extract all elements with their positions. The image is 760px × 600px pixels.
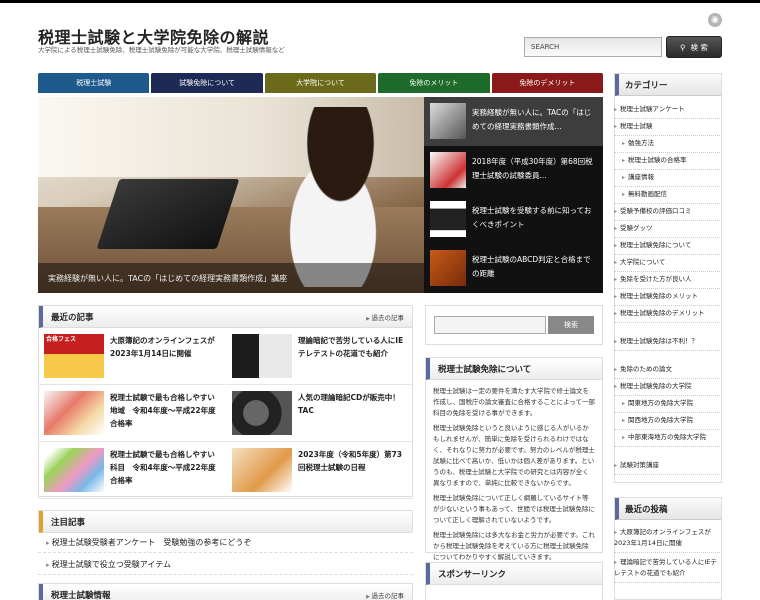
featured-panel: 注目記事	[38, 510, 413, 533]
category-item[interactable]: 大学院について	[614, 257, 722, 272]
article-card[interactable]: 理論暗記で苦労している人にIEテレテストの花道でも紹介	[226, 328, 413, 385]
nav-item-merit[interactable]: 免除のメリット	[378, 73, 490, 93]
featured-item[interactable]: 税理士試験受験者アンケート 受験勉強の参考にどうぞ	[38, 533, 413, 553]
recent-articles-title: 最近の記事	[51, 312, 94, 323]
article-thumb: 合格フェス	[44, 334, 104, 378]
category-item[interactable]: 免除のための論文	[614, 364, 722, 379]
featured-title: 注目記事	[51, 517, 86, 528]
slider-hero-image[interactable]: 実務経験が無い人に。TACの「はじめての経理実務書類作成」講座	[38, 97, 424, 293]
article-title[interactable]: 人気の理論暗記CDが販売中！TAC	[298, 391, 408, 417]
slider-item[interactable]: 税理士試験を受験する前に知っておくべきポイント	[424, 195, 603, 244]
category-item[interactable]: 税理士試験アンケート	[614, 104, 722, 119]
slider-item-text: 税理士試験を受験する前に知っておくべきポイント	[472, 206, 592, 229]
slider-item[interactable]: 2018年度（平成30年度）第68回税理士試験の試験委員...	[424, 146, 603, 195]
slider-item[interactable]: 税理士試験のABCD判定と合格までの距離	[424, 244, 603, 293]
rss-icon[interactable]: ◉	[708, 13, 722, 27]
recent-posts-title: 最近の投稿	[615, 498, 721, 520]
article-title[interactable]: 大原簿記のオンラインフェスが2023年1月14日に開催	[110, 334, 220, 360]
slider-item-text: 税理士試験のABCD判定と合格までの距離	[472, 255, 591, 278]
article-card[interactable]: 合格フェス 大原簿記のオンラインフェスが2023年1月14日に開催	[38, 328, 225, 385]
category-item[interactable]: 免除を受けた方が良い人	[614, 274, 722, 289]
article-thumb-label: 合格フェス	[46, 336, 77, 343]
recent-post-item[interactable]: 理論暗記で苦労している人にIEテレテストの花道でも紹介	[614, 557, 722, 583]
article-thumb	[44, 391, 104, 435]
slider-item[interactable]: 実務経験が無い人に。TACの「はじめての経理実務書類作成...	[424, 97, 603, 146]
search-icon: ⚲	[680, 42, 686, 52]
main-nav: 税理士試験 試験免除について 大学院について 免除のメリット 免除のデメリット	[38, 73, 604, 93]
article-card[interactable]: 税理士試験で最も合格しやすい地域 令和4年度～平成22年度合格率	[38, 385, 225, 442]
sponsor-header: スポンサーリンク	[426, 563, 602, 585]
about-paragraph: 税理士試験免除には多大なお金と労力が必要です。これから税理士試験免除を考えている…	[433, 531, 595, 561]
nav-item-zeirishi[interactable]: 税理士試験	[38, 73, 150, 93]
about-title: 税理士試験免除について	[438, 364, 532, 375]
category-item[interactable]: 受験グッツ	[614, 223, 722, 238]
about-header: 税理士試験免除について	[426, 358, 602, 380]
nav-item-daigakuin[interactable]: 大学院について	[264, 73, 377, 93]
about-paragraph: 税理士試験免除について正しく網羅しているサイト等が少ないという事もあって、世間で…	[433, 494, 595, 524]
article-thumb	[232, 448, 292, 492]
featured-item[interactable]: 税理士試験で役立つ受験アイテム	[38, 555, 413, 575]
slider-thumb	[430, 152, 466, 188]
search-button[interactable]: ⚲ 検 索	[666, 36, 722, 58]
hero-person	[258, 107, 408, 287]
sponsor-title: スポンサーリンク	[438, 569, 507, 580]
slider-item-text: 2018年度（平成30年度）第68回税理士試験の試験委員...	[472, 157, 593, 180]
article-title[interactable]: 理論暗記で苦労している人にIEテレテストの花道でも紹介	[298, 334, 408, 360]
nav-item-menjo[interactable]: 試験免除について	[151, 73, 263, 93]
slider-thumb	[430, 250, 466, 286]
category-subitem[interactable]: 税理士試験の合格率	[614, 155, 722, 170]
slider-list: 実務経験が無い人に。TACの「はじめての経理実務書類作成... 2018年度（平…	[424, 97, 603, 293]
recent-post-item[interactable]: 大原簿記のオンラインフェスが2023年1月14日に開催	[614, 527, 722, 553]
search-button-label: 検 索	[690, 42, 708, 52]
category-subitem[interactable]: 中部東海地方の免除大学院	[614, 432, 722, 447]
about-paragraph: 税理士試験免除というと良いように感じる人がいるかもしれませんが、簡単に免除を受け…	[433, 424, 595, 487]
search-input[interactable]	[524, 37, 662, 57]
top-bar	[0, 0, 760, 3]
slider-thumb	[430, 201, 466, 237]
widget-search-button[interactable]: 検索	[548, 316, 594, 334]
slider-caption[interactable]: 実務経験が無い人に。TACの「はじめての経理実務書類作成」講座	[38, 263, 424, 293]
categories-title: カテゴリー	[615, 74, 721, 96]
category-item[interactable]: 税理士試験免除のデメリット	[614, 308, 722, 323]
category-subitem[interactable]: 勉強方法	[614, 138, 722, 153]
category-subitem[interactable]: 関西地方の免除大学院	[614, 415, 722, 430]
category-subitem[interactable]: 無料動画配信	[614, 189, 722, 204]
widget-search-input[interactable]	[434, 316, 546, 334]
category-subitem[interactable]: 関東地方の免除大学院	[614, 398, 722, 413]
article-card[interactable]: 2023年度（令和5年度）第73回税理士試験の日程	[226, 442, 413, 499]
article-thumb	[44, 448, 104, 492]
site-description: 大学院による税理士試験免除、税理士試験免除が可能な大学院、税理士試験情報など	[38, 46, 285, 54]
category-item[interactable]: 税理士試験	[614, 121, 722, 136]
nav-item-demerit[interactable]: 免除のデメリット	[491, 73, 604, 93]
slider-item-text: 実務経験が無い人に。TACの「はじめての経理実務書類作成...	[472, 108, 592, 131]
about-text: 税理士試験は一定の要件を満たす大学院で修士論文を作成し、国税庁の論文審査に合格す…	[433, 386, 595, 567]
slider-thumb	[430, 103, 466, 139]
article-title[interactable]: 2023年度（令和5年度）第73回税理士試験の日程	[298, 448, 408, 474]
recent-articles-more-link[interactable]: 過去の記事	[366, 312, 405, 322]
article-card[interactable]: 人気の理論暗記CDが販売中！TAC	[226, 385, 413, 442]
category-item[interactable]: 税理士試験免除の大学院	[614, 381, 722, 396]
category-item[interactable]: 税理士試験免除のメリット	[614, 291, 722, 306]
featured-slider: 実務経験が無い人に。TACの「はじめての経理実務書類作成」講座 実務経験が無い人…	[38, 97, 603, 293]
category-subitem[interactable]: 講座情報	[614, 172, 722, 187]
category-item[interactable]: 試験対策講座	[614, 460, 722, 475]
exam-info-header: 税理士試験情報 過去の記事	[39, 584, 412, 600]
article-title[interactable]: 税理士試験で最も合格しやすい科目 令和4年度～平成22年度合格率	[110, 448, 220, 487]
exam-info-more-link[interactable]: 過去の記事	[366, 590, 405, 600]
exam-info-title: 税理士試験情報	[51, 590, 111, 600]
article-title[interactable]: 税理士試験で最も合格しやすい地域 令和4年度～平成22年度合格率	[110, 391, 220, 430]
about-paragraph: 税理士試験は一定の要件を満たす大学院で修士論文を作成し、国税庁の論文審査に合格す…	[433, 387, 595, 417]
category-item[interactable]: 税理士試験免除は不利！？	[614, 336, 722, 351]
article-thumb	[232, 334, 292, 378]
sponsor-panel: スポンサーリンク	[425, 562, 603, 600]
exam-info-panel: 税理士試験情報 過去の記事	[38, 583, 413, 600]
hero-laptop	[96, 179, 240, 249]
recent-articles-header: 最近の記事 過去の記事	[39, 306, 412, 328]
article-card[interactable]: 税理士試験で最も合格しやすい科目 令和4年度～平成22年度合格率	[38, 442, 225, 499]
category-item[interactable]: 税理士試験免除について	[614, 240, 722, 255]
article-thumb	[232, 391, 292, 435]
category-item[interactable]: 受験予備校の評価口コミ	[614, 206, 722, 221]
featured-header: 注目記事	[39, 511, 412, 533]
